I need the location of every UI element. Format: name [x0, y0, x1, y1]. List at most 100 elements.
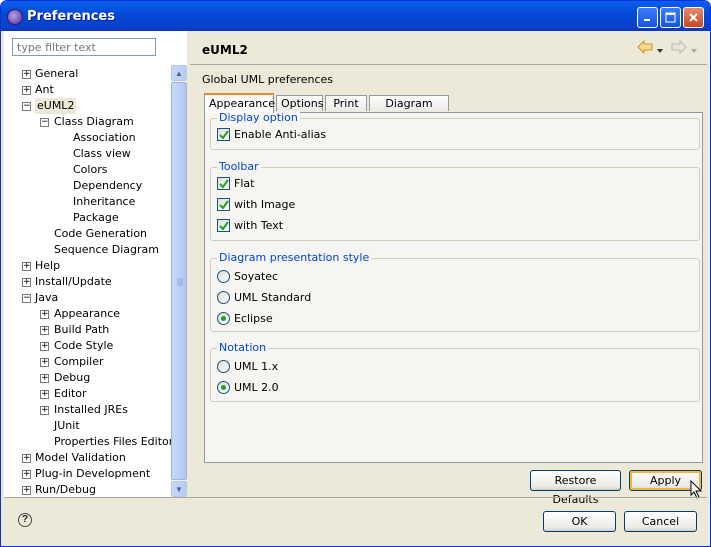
- tree-item-label: JUnit: [54, 419, 80, 432]
- chevron-down-icon: [657, 49, 663, 53]
- tree-item-label: Association: [73, 131, 136, 144]
- tree-item-code-style[interactable]: + Code Style: [4, 338, 171, 354]
- scroll-down-button[interactable]: ▼: [171, 481, 187, 497]
- tree-item-junit[interactable]: JUnit: [4, 418, 171, 434]
- expand-icon[interactable]: +: [40, 342, 49, 351]
- radio-dot: [221, 385, 226, 390]
- tree-item-label: Plug-in Development: [35, 467, 151, 480]
- expand-icon[interactable]: +: [40, 406, 49, 415]
- tree-item-euml2[interactable]: − eUML2: [4, 98, 171, 114]
- tree-item-code-generation[interactable]: Code Generation: [4, 226, 171, 242]
- tree-item-label: Help: [35, 259, 61, 272]
- radio-circle: [217, 312, 230, 325]
- radio-dot: [221, 316, 226, 321]
- expand-icon[interactable]: +: [40, 374, 49, 383]
- expand-icon[interactable]: +: [40, 358, 49, 367]
- tree-scrollbar[interactable]: ▲ ▼: [171, 65, 187, 497]
- back-arrow-icon: [637, 39, 653, 55]
- tree-item-label: Code Generation: [54, 227, 148, 240]
- forward-button[interactable]: [671, 39, 687, 57]
- back-menu-button[interactable]: [657, 42, 664, 57]
- eclipse-icon: [7, 9, 23, 25]
- expand-icon[interactable]: +: [40, 390, 49, 399]
- maximize-button[interactable]: [660, 7, 681, 28]
- tree-item-properties-files-editor[interactable]: Properties Files Editor: [4, 434, 171, 450]
- collapse-icon[interactable]: −: [22, 102, 31, 111]
- expand-icon[interactable]: +: [22, 486, 31, 495]
- forward-menu-button[interactable]: [691, 42, 698, 57]
- page-description: Global UML preferences: [202, 73, 333, 86]
- tree-item-debug[interactable]: + Debug: [4, 370, 171, 386]
- expand-icon[interactable]: +: [40, 326, 49, 335]
- tree-item-label: Class Diagram: [54, 115, 134, 128]
- expand-icon[interactable]: +: [22, 70, 31, 79]
- tree-item-class-view[interactable]: Class view: [4, 146, 171, 162]
- cancel-button[interactable]: Cancel: [624, 511, 697, 532]
- close-button[interactable]: [683, 7, 704, 28]
- tree-item-appearance[interactable]: + Appearance: [4, 306, 171, 322]
- checkbox-box: [217, 198, 230, 211]
- tree-item-build-path[interactable]: + Build Path: [4, 322, 171, 338]
- tree-item-label: Package: [73, 211, 119, 224]
- expand-icon[interactable]: +: [22, 278, 31, 287]
- preference-tree-pane: +General+Ant−eUML2−Class DiagramAssociat…: [4, 31, 187, 497]
- tree-item-package[interactable]: Package: [4, 210, 171, 226]
- checkbox-label: Flat: [234, 177, 255, 190]
- tree-item-editor[interactable]: + Editor: [4, 386, 171, 402]
- check-icon: [219, 130, 229, 140]
- tree-item-installed-jres[interactable]: + Installed JREs: [4, 402, 171, 418]
- help-icon[interactable]: ?: [18, 513, 32, 527]
- minimize-button[interactable]: [637, 7, 658, 28]
- scroll-up-button[interactable]: ▲: [171, 65, 187, 81]
- expand-icon[interactable]: +: [22, 86, 31, 95]
- tree-item-class-diagram[interactable]: − Class Diagram: [4, 114, 171, 130]
- tree-item-help[interactable]: + Help: [4, 258, 171, 274]
- tree-item-sequence-diagram[interactable]: Sequence Diagram: [4, 242, 171, 258]
- tab-print[interactable]: Print: [325, 95, 367, 111]
- tree-item-run-debug[interactable]: + Run/Debug: [4, 482, 171, 497]
- tree-item-label: Java: [35, 291, 59, 304]
- expand-icon[interactable]: +: [40, 310, 49, 319]
- collapse-icon[interactable]: −: [40, 118, 49, 127]
- expand-icon[interactable]: +: [22, 262, 31, 271]
- tree-item-label: Installed JREs: [54, 403, 128, 416]
- tree-item-ant[interactable]: + Ant: [4, 82, 171, 98]
- checkbox-box: [217, 219, 230, 232]
- page-title: eUML2: [202, 43, 248, 57]
- tree-item-plug-in-development[interactable]: + Plug-in Development: [4, 466, 171, 482]
- radio-circle: [217, 381, 230, 394]
- tree-item-colors[interactable]: Colors: [4, 162, 171, 178]
- collapse-icon[interactable]: −: [22, 294, 31, 303]
- tab-options[interactable]: Options: [276, 95, 323, 111]
- tree-item-association[interactable]: Association: [4, 130, 171, 146]
- tree-item-inheritance[interactable]: Inheritance: [4, 194, 171, 210]
- display-option-group: Display option Enable Anti-alias: [210, 111, 700, 150]
- expand-icon[interactable]: +: [22, 454, 31, 463]
- tree-item-label: Install/Update: [35, 275, 112, 288]
- tree-item-label: Compiler: [54, 355, 104, 368]
- tree-item-label: Editor: [54, 387, 87, 400]
- tree-item-compiler[interactable]: + Compiler: [4, 354, 171, 370]
- ok-button[interactable]: OK: [543, 511, 616, 532]
- button-bar-divider: [4, 497, 707, 498]
- tab-appearance[interactable]: Appearance: [204, 93, 275, 113]
- tree-item-dependency[interactable]: Dependency: [4, 178, 171, 194]
- close-icon: [689, 13, 698, 22]
- radio-label: UML 2.0: [234, 381, 279, 394]
- expand-icon[interactable]: +: [22, 470, 31, 479]
- tree-item-model-validation[interactable]: + Model Validation: [4, 450, 171, 466]
- header-divider: [190, 64, 707, 65]
- tree-item-general[interactable]: + General: [4, 66, 171, 82]
- restore-defaults-button[interactable]: Restore Defaults: [530, 470, 621, 506]
- tab-diagram-board[interactable]: Diagram Board: [369, 95, 449, 125]
- appearance-tab-panel: Display option Enable Anti-alias Toolbar…: [204, 111, 703, 463]
- filter-input[interactable]: [12, 38, 156, 56]
- scroll-thumb[interactable]: [171, 82, 187, 480]
- preferences-window: Preferences +General+Ant−eUML2−Class Dia…: [0, 0, 711, 547]
- tree-item-java[interactable]: − Java: [4, 290, 171, 306]
- back-button[interactable]: [637, 39, 653, 57]
- title-bar[interactable]: Preferences: [1, 1, 710, 31]
- tree-item-install-update[interactable]: + Install/Update: [4, 274, 171, 290]
- radio-circle: [217, 291, 230, 304]
- window-title: Preferences: [27, 9, 115, 24]
